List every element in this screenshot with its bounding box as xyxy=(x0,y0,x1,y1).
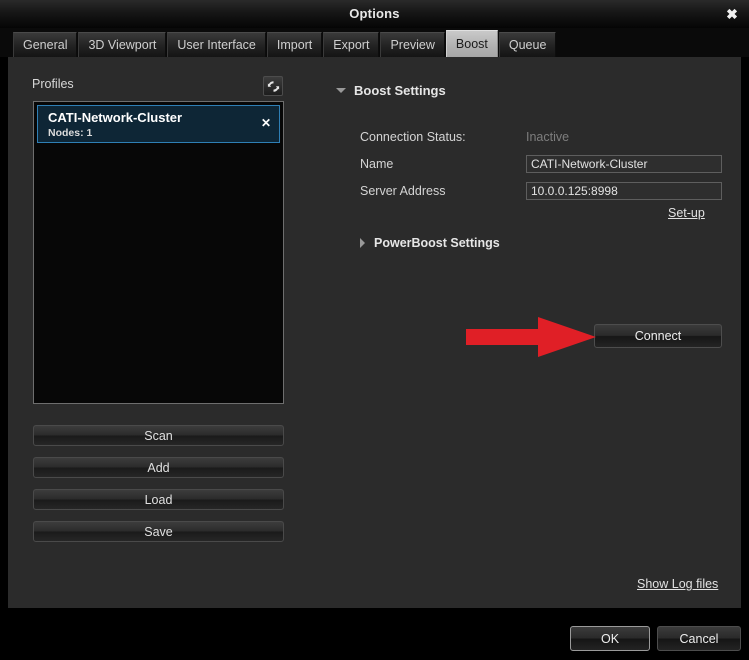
tab-3d-viewport[interactable]: 3D Viewport xyxy=(78,32,167,57)
setup-link[interactable]: Set-up xyxy=(668,206,705,220)
chevron-right-icon xyxy=(360,238,365,248)
powerboost-settings-section-header[interactable]: PowerBoost Settings xyxy=(360,236,500,250)
profiles-label: Profiles xyxy=(32,77,74,91)
add-button[interactable]: Add xyxy=(33,457,284,478)
title-bar: Options ✖ xyxy=(0,0,749,28)
tab-bar: General 3D Viewport User Interface Impor… xyxy=(0,28,749,57)
dialog-body: Profiles CATI-Network-Cluster Nodes: 1 ✕… xyxy=(8,57,741,608)
tab-general[interactable]: General xyxy=(13,32,78,57)
boost-settings-section-header[interactable]: Boost Settings xyxy=(336,83,446,98)
load-button[interactable]: Load xyxy=(33,489,284,510)
server-address-label: Server Address xyxy=(360,184,446,198)
ok-button[interactable]: OK xyxy=(570,626,650,651)
chevron-down-icon xyxy=(336,88,346,93)
refresh-icon-glyph xyxy=(267,80,279,92)
cancel-button[interactable]: Cancel xyxy=(657,626,741,651)
profile-nodes: Nodes: 1 xyxy=(48,127,93,139)
save-button[interactable]: Save xyxy=(33,521,284,542)
server-address-field[interactable] xyxy=(526,182,722,200)
tab-export[interactable]: Export xyxy=(323,32,380,57)
tab-user-interface[interactable]: User Interface xyxy=(167,32,266,57)
name-field[interactable] xyxy=(526,155,722,173)
refresh-icon[interactable] xyxy=(263,76,283,96)
connect-button[interactable]: Connect xyxy=(594,324,722,348)
boost-settings-title: Boost Settings xyxy=(354,83,446,98)
tab-queue[interactable]: Queue xyxy=(498,32,557,57)
show-log-files-link[interactable]: Show Log files xyxy=(637,577,718,591)
close-icon[interactable]: ✖ xyxy=(719,0,745,28)
profiles-listbox[interactable]: CATI-Network-Cluster Nodes: 1 ✕ xyxy=(33,101,284,404)
remove-profile-icon[interactable]: ✕ xyxy=(261,117,271,129)
list-item[interactable]: CATI-Network-Cluster Nodes: 1 ✕ xyxy=(37,105,280,143)
connection-status-label: Connection Status: xyxy=(360,130,466,144)
profile-name: CATI-Network-Cluster xyxy=(48,110,183,125)
annotation-arrow-icon xyxy=(466,315,598,364)
tab-preview[interactable]: Preview xyxy=(380,32,445,57)
name-label: Name xyxy=(360,157,394,171)
scan-button[interactable]: Scan xyxy=(33,425,284,446)
tab-boost[interactable]: Boost xyxy=(445,30,498,57)
powerboost-settings-title: PowerBoost Settings xyxy=(374,236,500,250)
tab-import[interactable]: Import xyxy=(266,32,323,57)
connection-status-value: Inactive xyxy=(526,130,570,144)
window-title: Options xyxy=(349,6,400,21)
options-dialog: Options ✖ General 3D Viewport User Inter… xyxy=(0,0,749,660)
